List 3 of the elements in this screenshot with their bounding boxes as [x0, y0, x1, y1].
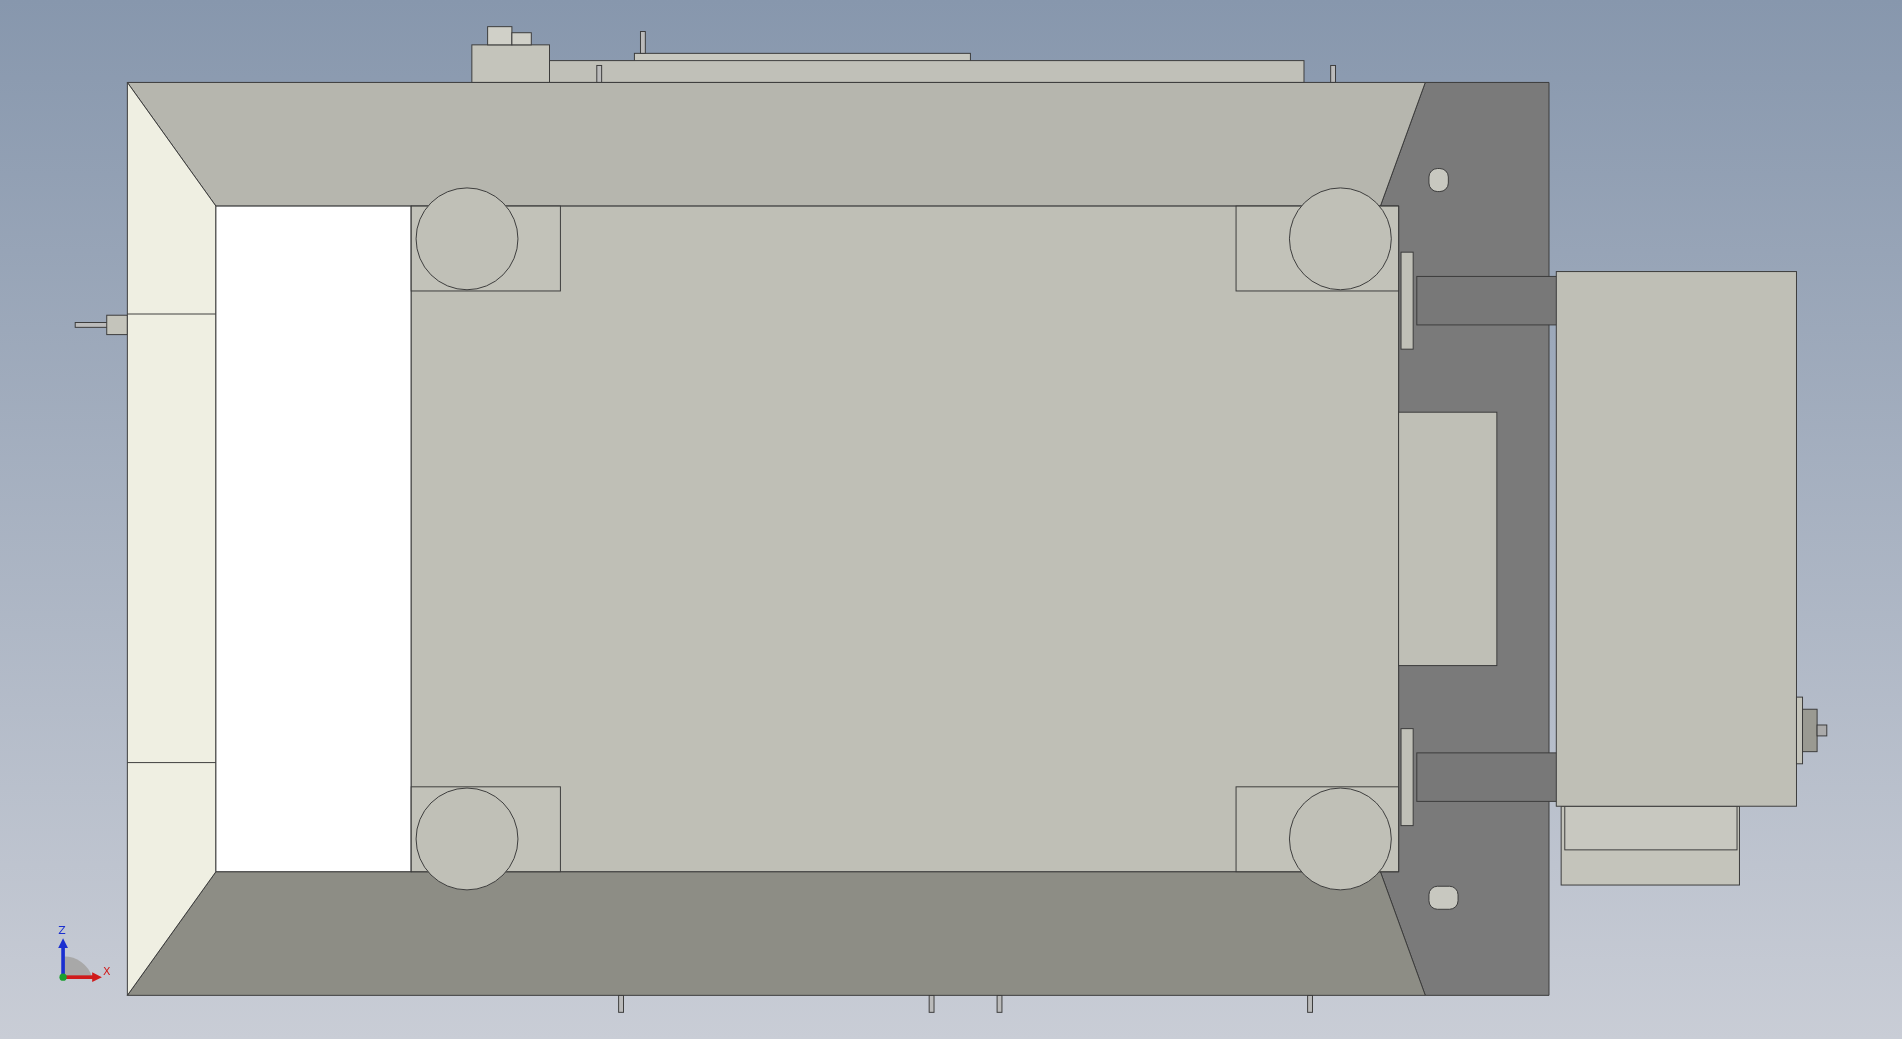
- x-axis-label: X: [103, 964, 111, 978]
- z-axis-label: Z: [58, 923, 66, 937]
- axis-triad-icon: [58, 938, 102, 982]
